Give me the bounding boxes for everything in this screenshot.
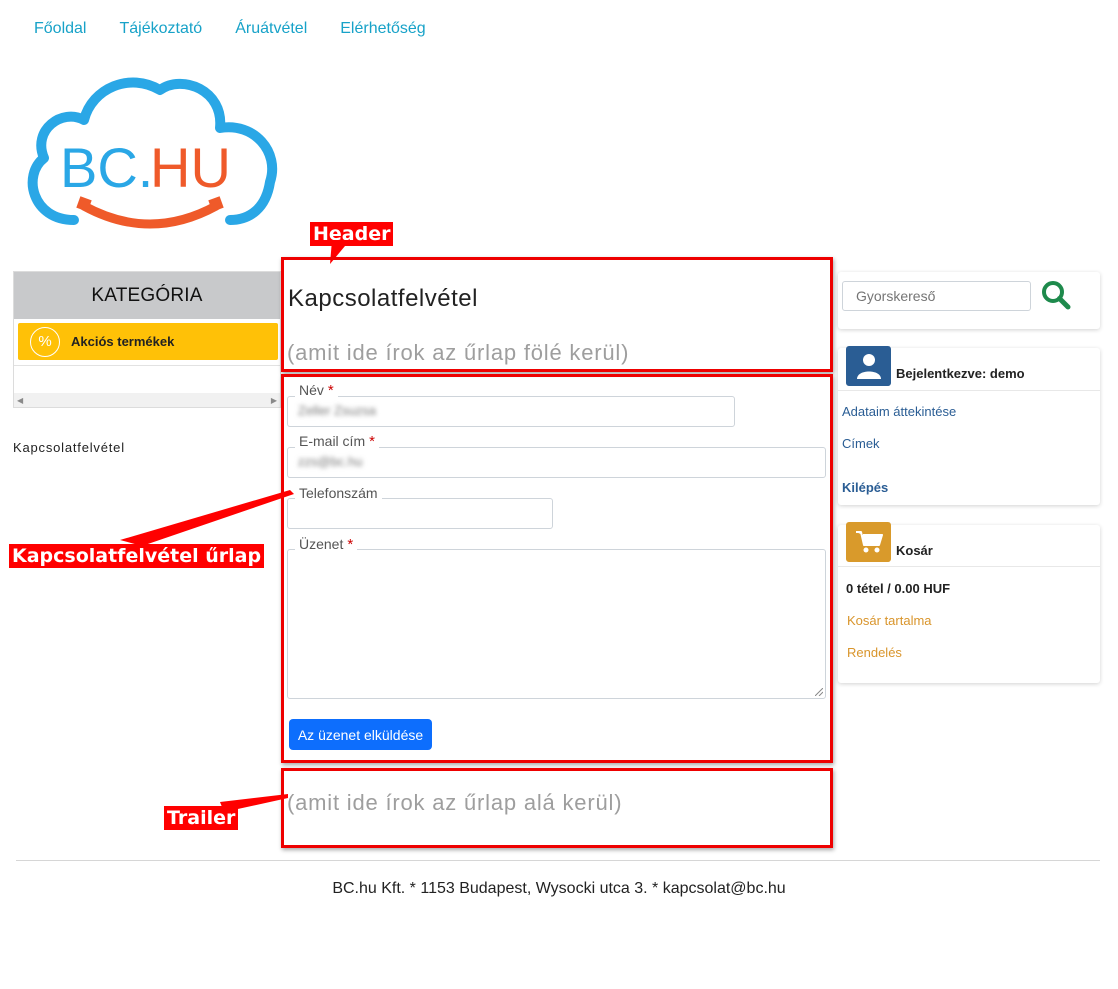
account-overview-link[interactable]: Adataim áttekintése — [842, 404, 956, 419]
email-value: zzs@bc.hu — [298, 454, 363, 469]
search-icon — [1042, 281, 1071, 310]
name-field[interactable]: Zeller Zsuzsa — [287, 396, 735, 427]
page-title: Kapcsolatfelvétel — [288, 285, 478, 312]
search-input[interactable] — [842, 281, 1031, 311]
cart-title: Kosár — [896, 543, 933, 558]
resize-handle-icon[interactable] — [815, 688, 823, 696]
divider — [838, 390, 1100, 391]
category-item-sale[interactable]: % Akciós termékek — [18, 323, 278, 360]
logout-link[interactable]: Kilépés — [842, 480, 888, 495]
category-title: KATEGÓRIA — [14, 272, 280, 319]
email-label: E-mail cím * — [295, 433, 379, 450]
phone-field[interactable] — [287, 498, 553, 529]
message-textarea[interactable] — [287, 549, 826, 699]
addresses-link[interactable]: Címek — [842, 436, 880, 451]
svg-text:BC.: BC. — [60, 136, 153, 199]
phone-label: Telefonszám — [295, 485, 382, 501]
cart-icon-box — [846, 522, 891, 562]
nav-link-home[interactable]: Főoldal — [34, 20, 86, 38]
message-label: Üzenet * — [295, 536, 358, 553]
order-link[interactable]: Rendelés — [847, 645, 902, 660]
nav-link-pickup[interactable]: Áruátvétel — [235, 20, 307, 38]
sidebar-link-contact[interactable]: Kapcsolatfelvétel — [13, 440, 125, 455]
annotation-arrow-icon — [120, 490, 294, 546]
name-value: Zeller Zsuzsa — [298, 403, 377, 418]
percent-icon: % — [30, 326, 60, 357]
site-logo[interactable]: BC. HU — [22, 70, 282, 230]
user-card: Bejelentkezve: demo Adataim áttekintése … — [838, 346, 1100, 505]
email-field[interactable]: zzs@bc.hu — [287, 447, 826, 478]
user-icon-box — [846, 346, 891, 386]
name-label: Név * — [295, 382, 338, 399]
cart-summary: 0 tétel / 0.00 HUF — [846, 581, 951, 596]
user-title: Bejelentkezve: demo — [896, 366, 1025, 381]
trailer-note: (amit ide írok az űrlap alá kerül) — [287, 790, 623, 815]
divider — [14, 365, 280, 366]
svg-text:HU: HU — [150, 136, 231, 199]
category-panel: KATEGÓRIA % Akciós termékek ◀ ▶ — [13, 271, 281, 408]
user-icon — [856, 354, 881, 379]
nav-link-info[interactable]: Tájékoztató — [119, 20, 202, 38]
divider — [838, 566, 1100, 567]
cart-contents-link[interactable]: Kosár tartalma — [847, 613, 932, 628]
submit-button[interactable]: Az üzenet elküldése — [289, 719, 432, 750]
category-item-label: Akciós termékek — [71, 334, 175, 349]
scroll-left-icon[interactable]: ◀ — [17, 396, 23, 405]
search-button[interactable] — [1040, 279, 1072, 311]
top-nav: Főoldal Tájékoztató Áruátvétel Elérhetős… — [34, 20, 459, 38]
cart-card: Kosár 0 tétel / 0.00 HUF Kosár tartalma … — [838, 522, 1100, 683]
cart-icon — [855, 531, 883, 553]
footer-divider — [16, 860, 1100, 861]
scroll-right-icon[interactable]: ▶ — [271, 396, 277, 405]
header-note: (amit ide írok az űrlap fölé kerül) — [287, 340, 630, 365]
bc-hu-logo-icon: BC. HU — [27, 77, 278, 229]
annotation-arrow-icon — [220, 794, 288, 812]
nav-link-contact[interactable]: Elérhetőség — [340, 20, 425, 38]
footer-text: BC.hu Kft. * 1153 Budapest, Wysocki utca… — [332, 880, 786, 897]
horizontal-scrollbar[interactable]: ◀ ▶ — [14, 393, 280, 407]
